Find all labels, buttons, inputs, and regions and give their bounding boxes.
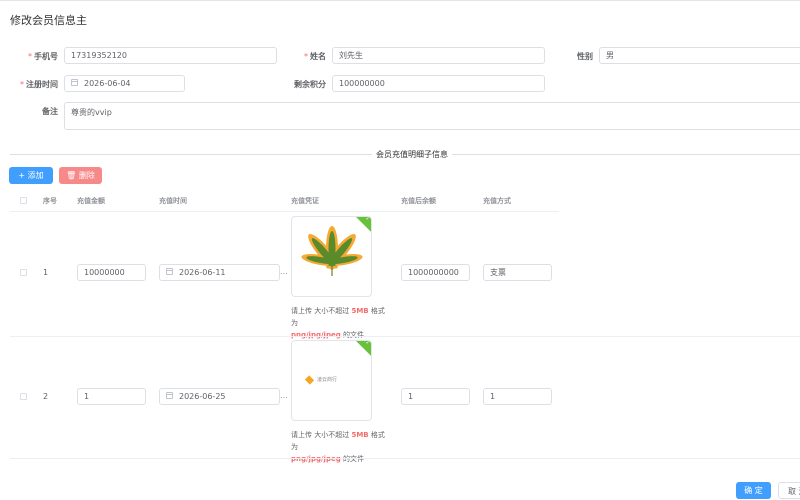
name-label: * 姓名 — [282, 51, 326, 62]
check-icon: ✓ — [365, 340, 371, 346]
tip-suffix: 的文件 — [342, 331, 364, 339]
upload-success-badge: ✓ — [352, 340, 371, 359]
phone-label-text: 手机号 — [34, 52, 58, 61]
row-index: 1 — [43, 268, 49, 277]
remark-textarea[interactable]: 尊贵的vvip — [64, 102, 800, 130]
thumbnail-logo-text: 凌云商行 — [317, 377, 338, 383]
confirm-button[interactable]: 确 定 — [736, 482, 771, 499]
row-divider — [10, 336, 800, 337]
voucher-upload[interactable]: ✓ 凌云商行 — [291, 340, 372, 421]
recharge-time-value: 2026-06-11 — [179, 268, 226, 277]
row-checkbox[interactable] — [20, 269, 27, 276]
dialog-title: 修改会员信息主 — [10, 14, 87, 27]
col-header: 充值金额 — [77, 197, 105, 205]
col-header: 充值方式 — [483, 197, 511, 205]
trash-icon: 🗑 — [66, 171, 77, 180]
tip-suffix: 的文件 — [342, 455, 364, 463]
name-input[interactable]: 刘先生 — [332, 47, 545, 64]
recharge-time-picker[interactable]: 2026-06-25 — [159, 388, 280, 405]
calendar-icon — [166, 268, 173, 275]
required-mark: * — [304, 52, 308, 61]
reg-time-label-text: 注册时间 — [26, 80, 58, 89]
calendar-icon — [166, 392, 173, 399]
col-header: 充值时间 — [159, 197, 187, 205]
phone-label: * 手机号 — [10, 51, 58, 62]
required-mark: * — [20, 80, 24, 89]
header-divider — [10, 211, 559, 212]
table-bottom-divider — [10, 458, 800, 459]
method-input[interactable]: 支票 — [483, 264, 552, 281]
row-checkbox[interactable] — [20, 393, 27, 400]
col-header: 充值凭证 — [291, 197, 319, 205]
reg-time-label: * 注册时间 — [10, 79, 58, 90]
phone-input[interactable]: 17319352120 — [64, 47, 277, 64]
required-mark: * — [28, 52, 32, 61]
tip-prefix: 请上传 大小不超过 — [291, 431, 350, 439]
ellipsis: ... — [280, 267, 288, 276]
voucher-thumbnail — [301, 226, 363, 276]
add-button[interactable]: + 添加 — [9, 167, 53, 184]
reg-time-value: 2026-06-04 — [84, 79, 131, 88]
calendar-icon — [71, 79, 78, 86]
tip-prefix: 请上传 大小不超过 — [291, 307, 350, 315]
name-label-text: 姓名 — [310, 52, 326, 61]
remark-label: 备注 — [42, 107, 58, 116]
gender-select[interactable]: 男 — [599, 47, 800, 64]
tip-size: 5MB — [351, 307, 369, 315]
method-input[interactable]: 1 — [483, 388, 552, 405]
logo-icon — [304, 375, 315, 385]
recharge-time-picker[interactable]: 2026-06-11 — [159, 264, 280, 281]
amount-input[interactable]: 1 — [77, 388, 146, 405]
select-all-checkbox[interactable] — [20, 197, 27, 204]
balance-input[interactable]: 1000000000 — [401, 264, 470, 281]
reg-time-picker[interactable]: 2026-06-04 — [64, 75, 185, 92]
dialog-top-border — [0, 0, 800, 1]
col-header: 充值后余额 — [401, 197, 436, 205]
ellipsis: ... — [280, 391, 288, 400]
tip-formats: png/jpg/jpeg — [291, 455, 341, 463]
gender-label: 性别 — [577, 52, 593, 61]
voucher-upload[interactable]: ✓ — [291, 216, 372, 297]
points-label: 剩余积分 — [294, 80, 326, 89]
balance-input[interactable]: 1 — [401, 388, 470, 405]
tip-formats: png/jpg/jpeg — [291, 331, 341, 339]
add-button-label: 添加 — [27, 171, 44, 180]
plus-icon: + — [18, 171, 26, 180]
col-header: 序号 — [43, 197, 57, 205]
delete-button-label: 删除 — [78, 171, 95, 180]
section-title: 会员充值明细子信息 — [372, 149, 452, 160]
upload-tip: 请上传 大小不超过 5MB 格式为 png/jpg/jpeg 的文件 — [291, 429, 391, 465]
tip-size: 5MB — [351, 431, 369, 439]
delete-button[interactable]: 🗑 删除 — [59, 167, 102, 184]
cancel-button[interactable]: 取 消 — [778, 482, 800, 499]
amount-input[interactable]: 10000000 — [77, 264, 146, 281]
points-input[interactable]: 100000000 — [332, 75, 545, 92]
recharge-time-value: 2026-06-25 — [179, 392, 226, 401]
row-index: 2 — [43, 392, 49, 401]
